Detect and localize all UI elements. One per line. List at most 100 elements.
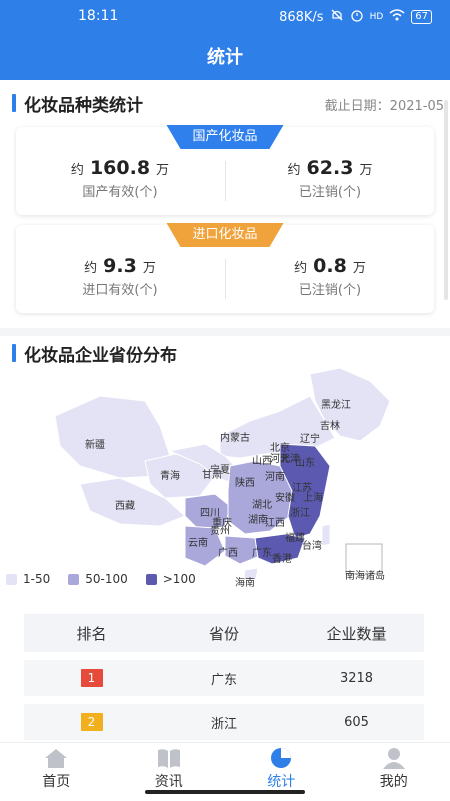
province-label: 香港 <box>272 553 292 565</box>
imported-cancelled-label: 已注销(个) <box>226 279 434 298</box>
home-indicator <box>145 790 305 794</box>
section-marker <box>12 94 16 112</box>
province-label: 山西 <box>252 455 272 467</box>
cutoff-date: 截止日期：2021-05 <box>325 95 444 114</box>
header-province: 省份 <box>159 623 289 644</box>
domestic-card: 国产化妆品 约160.8万 国产有效(个) 约62.3万 已注销(个) <box>16 127 434 215</box>
province-label: 黑龙江 <box>321 398 351 411</box>
section-separator <box>0 328 450 336</box>
rank-badge: 1 <box>81 669 103 687</box>
province-cell: 浙江 <box>159 713 289 732</box>
mute-icon <box>330 8 344 26</box>
domestic-cancelled: 约62.3万 已注销(个) <box>226 157 434 200</box>
imported-valid-value: 9.3 <box>103 255 137 277</box>
count-cell: 3218 <box>289 671 424 686</box>
imported-valid: 约 9.3 万 进口有效(个) <box>16 255 224 298</box>
map-legend: 1-50 50-100 >100 <box>6 572 196 586</box>
province-label: 广西 <box>218 547 238 559</box>
home-icon <box>43 747 69 769</box>
wifi-icon <box>389 9 405 25</box>
section-header-types: 化妆品种类统计 截止日期：2021-05 <box>0 88 450 116</box>
count-cell: 605 <box>289 715 424 730</box>
approx-label: 约 <box>288 163 301 178</box>
header-rank: 排名 <box>24 623 159 644</box>
domestic-cancelled-value: 62.3 <box>307 157 354 179</box>
imported-card: 进口化妆品 约 9.3 万 进口有效(个) 约 0.8 万 已注销(个) <box>16 225 434 313</box>
province-label: 北京 <box>270 441 290 454</box>
section-title: 化妆品企业省份分布 <box>24 341 177 366</box>
header-count: 企业数量 <box>289 623 424 644</box>
province-label: 安徽 <box>275 491 295 504</box>
domestic-valid: 约 160.8 万 国产有效(个) <box>16 157 224 200</box>
domestic-tag: 国产化妆品 <box>166 125 283 149</box>
legend-item-low[interactable]: 1-50 <box>6 572 50 586</box>
unit-label: 万 <box>353 261 366 276</box>
domestic-valid-label: 国产有效(个) <box>16 181 224 200</box>
imported-cancelled-value: 0.8 <box>313 255 347 277</box>
province-cell: 广东 <box>159 669 289 688</box>
region-taiwan <box>322 524 330 546</box>
province-label: 台湾 <box>302 539 322 552</box>
south-sea-inset <box>346 544 382 574</box>
legend-label: >100 <box>163 572 196 586</box>
unit-label: 万 <box>156 163 169 178</box>
unit-label: 万 <box>143 261 156 276</box>
province-label: 湖北 <box>252 499 272 511</box>
legend-item-mid[interactable]: 50-100 <box>68 572 128 586</box>
imported-valid-label: 进口有效(个) <box>16 279 224 298</box>
province-label: 河南 <box>265 470 285 483</box>
province-label: 江西 <box>265 517 285 529</box>
scrollbar[interactable] <box>444 100 448 300</box>
battery-icon: 67 <box>411 10 432 24</box>
province-label: 内蒙古 <box>220 431 250 444</box>
province-label: 甘肃 <box>202 468 222 481</box>
ranking-table: 排名 省份 企业数量 1 广东 3218 2 浙江 605 <box>24 614 424 740</box>
imported-tag: 进口化妆品 <box>166 223 283 247</box>
legend-item-high[interactable]: >100 <box>146 572 196 586</box>
unit-label: 万 <box>359 163 372 178</box>
province-label: 广东 <box>252 546 272 559</box>
province-label: 辽宁 <box>300 432 320 445</box>
approx-label: 约 <box>294 261 307 276</box>
province-label: 云南 <box>188 536 208 549</box>
legend-label: 1-50 <box>23 572 50 586</box>
province-label: 贵州 <box>210 524 230 537</box>
approx-label: 约 <box>84 261 97 276</box>
province-label: 新疆 <box>85 438 105 451</box>
legend-label: 50-100 <box>85 572 128 586</box>
section-title: 化妆品种类统计 <box>24 91 143 116</box>
tab-label: 资讯 <box>155 774 183 790</box>
province-label: 西藏 <box>115 500 135 512</box>
domestic-valid-value: 160.8 <box>90 157 150 179</box>
china-map[interactable]: 黑龙江吉林辽宁内蒙古北京天津河北山西宁夏甘肃青海新疆西藏四川重庆陕西河南山东江苏… <box>40 366 410 591</box>
legend-swatch <box>6 574 17 585</box>
tab-label: 我的 <box>380 774 408 790</box>
province-label: 陕西 <box>235 476 255 489</box>
status-icons: 868K/s HD 67 <box>279 8 432 26</box>
province-label: 青海 <box>160 469 180 482</box>
table-row[interactable]: 1 广东 3218 <box>24 660 424 696</box>
section-header-provinces: 化妆品企业省份分布 <box>0 338 450 366</box>
tab-mine[interactable]: 我的 <box>338 743 450 801</box>
signal-label: HD <box>370 12 384 22</box>
imported-cancelled: 约 0.8 万 已注销(个) <box>226 255 434 298</box>
province-label: 河北 <box>270 453 290 465</box>
province-map[interactable]: 黑龙江吉林辽宁内蒙古北京天津河北山西宁夏甘肃青海新疆西藏四川重庆陕西河南山东江苏… <box>40 366 410 591</box>
network-speed: 868K/s <box>279 10 324 25</box>
page-title: 统计 <box>0 32 450 80</box>
province-label: 上海 <box>303 491 323 504</box>
approx-label: 约 <box>71 163 84 178</box>
legend-swatch <box>146 574 157 585</box>
province-label: 浙江 <box>290 507 310 519</box>
table-row[interactable]: 2 浙江 605 <box>24 704 424 740</box>
pie-chart-icon <box>268 747 294 769</box>
tab-home[interactable]: 首页 <box>0 743 113 801</box>
section-marker <box>12 344 16 362</box>
status-bar: 18:11 868K/s HD 67 <box>0 0 450 32</box>
alarm-icon <box>350 8 364 26</box>
province-label: 海南 <box>235 576 255 589</box>
user-icon <box>381 747 407 769</box>
rank-badge: 2 <box>81 713 103 731</box>
province-label: 南海诸岛 <box>345 569 385 582</box>
province-label: 吉林 <box>320 419 340 432</box>
